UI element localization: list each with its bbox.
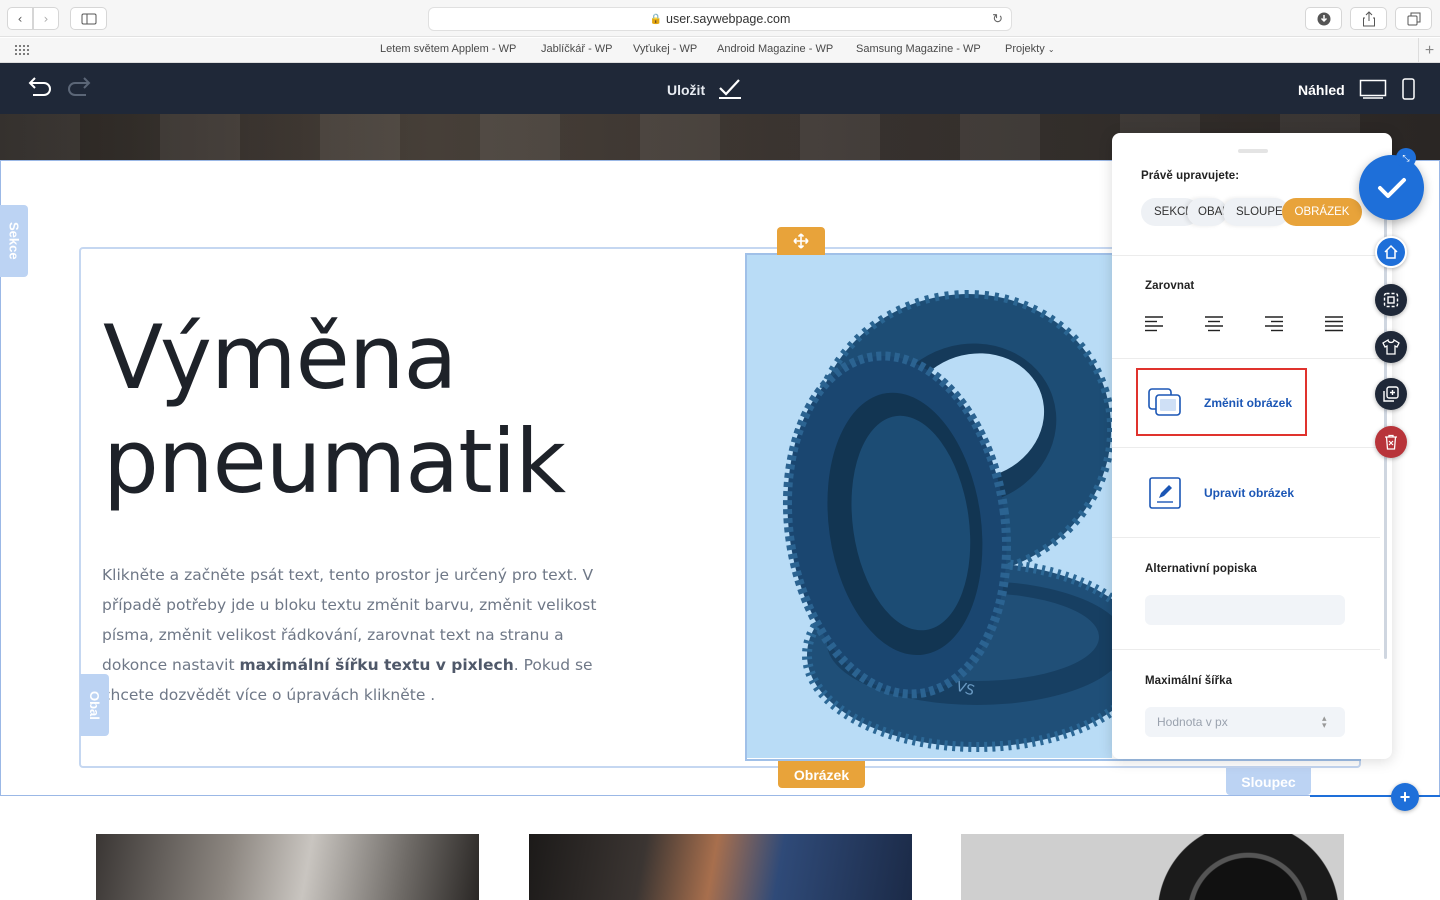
bookmark-item[interactable]: Jablíčkář - WP (541, 43, 613, 55)
bookmark-folder[interactable]: Projekty ⌄ (1005, 43, 1055, 55)
delete-button[interactable] (1375, 426, 1407, 458)
lock-icon: 🔒 (649, 13, 663, 25)
thumbnail-image[interactable] (961, 834, 1344, 900)
divider (1112, 447, 1380, 448)
duplicate-button[interactable] (1375, 378, 1407, 410)
share-button[interactable] (1350, 7, 1387, 30)
favorites-bar: Letem světem Applem - WP Jablíčkář - WP … (0, 38, 1440, 63)
shirt-icon (1382, 339, 1400, 355)
title-line-2: pneumatik (103, 410, 566, 513)
sidebar-icon (81, 13, 96, 24)
bookmark-item[interactable]: Vyťukej - WP (633, 43, 697, 55)
align-center-icon[interactable] (1205, 316, 1225, 332)
add-section-button[interactable]: + (1391, 783, 1419, 811)
divider (1112, 358, 1380, 359)
home-icon (1384, 244, 1398, 259)
chevron-down-icon: ⌄ (1047, 45, 1055, 54)
number-stepper[interactable]: ▴ ▾ (1322, 714, 1327, 730)
forward-button[interactable]: › (33, 7, 59, 30)
check-icon (1377, 177, 1406, 198)
editor-toolbar: Uložit Náhled (0, 63, 1440, 114)
bookmark-item[interactable]: Letem světem Applem - WP (380, 43, 516, 55)
tires-illustration: VS (782, 290, 1112, 752)
text-block[interactable]: Klikněte a začněte psát text, tento pros… (102, 560, 602, 710)
divider (1112, 255, 1380, 256)
panel-drag-handle[interactable] (1238, 149, 1268, 153)
download-icon (1317, 12, 1330, 25)
section-bottom-line (1310, 795, 1440, 797)
share-icon (1362, 10, 1375, 26)
editing-label: Právě upravujete: (1141, 170, 1240, 182)
select-button[interactable] (1375, 284, 1407, 316)
forward-icon: › (43, 11, 49, 26)
collapse-icon[interactable]: ⤡ (1396, 148, 1416, 168)
highlight-box (1136, 368, 1307, 436)
divider (1112, 537, 1380, 538)
tabs-button[interactable] (1395, 7, 1432, 30)
breadcrumb-image[interactable]: OBRÁZEK (1282, 198, 1362, 226)
browser-toolbar: ‹ › 🔒 user.saywebpage.com ↻ (0, 0, 1440, 37)
url-text: user.saywebpage.com (666, 12, 791, 26)
edit-image-icon (1149, 477, 1181, 509)
alt-text-input[interactable] (1145, 595, 1345, 625)
max-width-placeholder: Hodnota v px (1157, 715, 1228, 729)
reload-icon[interactable]: ↻ (992, 11, 1003, 27)
title-line-1: Výměna (103, 306, 457, 409)
move-handle[interactable] (777, 227, 825, 255)
undo-icon[interactable] (25, 74, 53, 100)
bookmark-folder-label: Projekty (1005, 43, 1045, 55)
back-button[interactable]: ‹ (7, 7, 33, 30)
column-tag[interactable]: Sloupec (1226, 768, 1311, 795)
edit-image-button[interactable]: Upravit obrázek (1204, 486, 1294, 500)
tabs-icon (1407, 12, 1420, 25)
section-tab[interactable]: Sekce (0, 205, 28, 277)
bookmark-item[interactable]: Samsung Magazine - WP (856, 43, 981, 55)
grid-icon[interactable] (14, 44, 30, 56)
redo-icon[interactable] (66, 74, 94, 100)
check-icon[interactable] (718, 77, 742, 101)
downloads-button[interactable] (1305, 7, 1342, 30)
breadcrumb-column[interactable]: SLOUPEC (1223, 198, 1289, 226)
align-justify-icon[interactable] (1325, 316, 1345, 332)
text-bold: maximální šířku textu v pixlech (239, 656, 514, 674)
alt-text-label: Alternativní popiska (1145, 563, 1257, 575)
divider (1112, 649, 1380, 650)
back-icon: ‹ (17, 11, 23, 26)
align-label: Zarovnat (1145, 280, 1195, 292)
wrapper-tab[interactable]: Obal (80, 674, 109, 736)
max-width-label: Maximální šířka (1145, 675, 1233, 687)
select-icon (1383, 292, 1399, 308)
move-icon (793, 233, 809, 249)
breadcrumb-wrapper[interactable]: OBAL (1187, 198, 1227, 226)
mobile-icon[interactable] (1402, 78, 1415, 100)
address-bar[interactable]: 🔒 user.saywebpage.com ↻ (428, 7, 1012, 31)
tires-image[interactable]: VS (747, 255, 1112, 758)
align-right-icon[interactable] (1265, 316, 1285, 332)
add-bookmark-button[interactable]: + (1418, 38, 1440, 63)
trash-icon (1385, 434, 1397, 450)
style-button[interactable] (1375, 331, 1407, 363)
thumbnail-image[interactable] (529, 834, 912, 900)
confirm-button[interactable] (1359, 155, 1424, 220)
page-title[interactable]: Výměna pneumatik (103, 306, 566, 514)
preview-button[interactable]: Náhled (1298, 82, 1345, 98)
settings-panel: Právě upravujete: SEKCE OBAL SLOUPEC OBR… (1112, 133, 1392, 759)
duplicate-icon (1383, 386, 1399, 402)
desktop-icon[interactable] (1359, 79, 1387, 99)
image-tag[interactable]: Obrázek (778, 761, 865, 788)
sidebar-button[interactable] (70, 7, 107, 30)
align-left-icon[interactable] (1145, 316, 1165, 332)
home-button[interactable] (1375, 236, 1407, 268)
save-button[interactable]: Uložit (667, 82, 705, 98)
bookmark-item[interactable]: Android Magazine - WP (717, 43, 833, 55)
thumbnail-image[interactable] (96, 834, 479, 900)
